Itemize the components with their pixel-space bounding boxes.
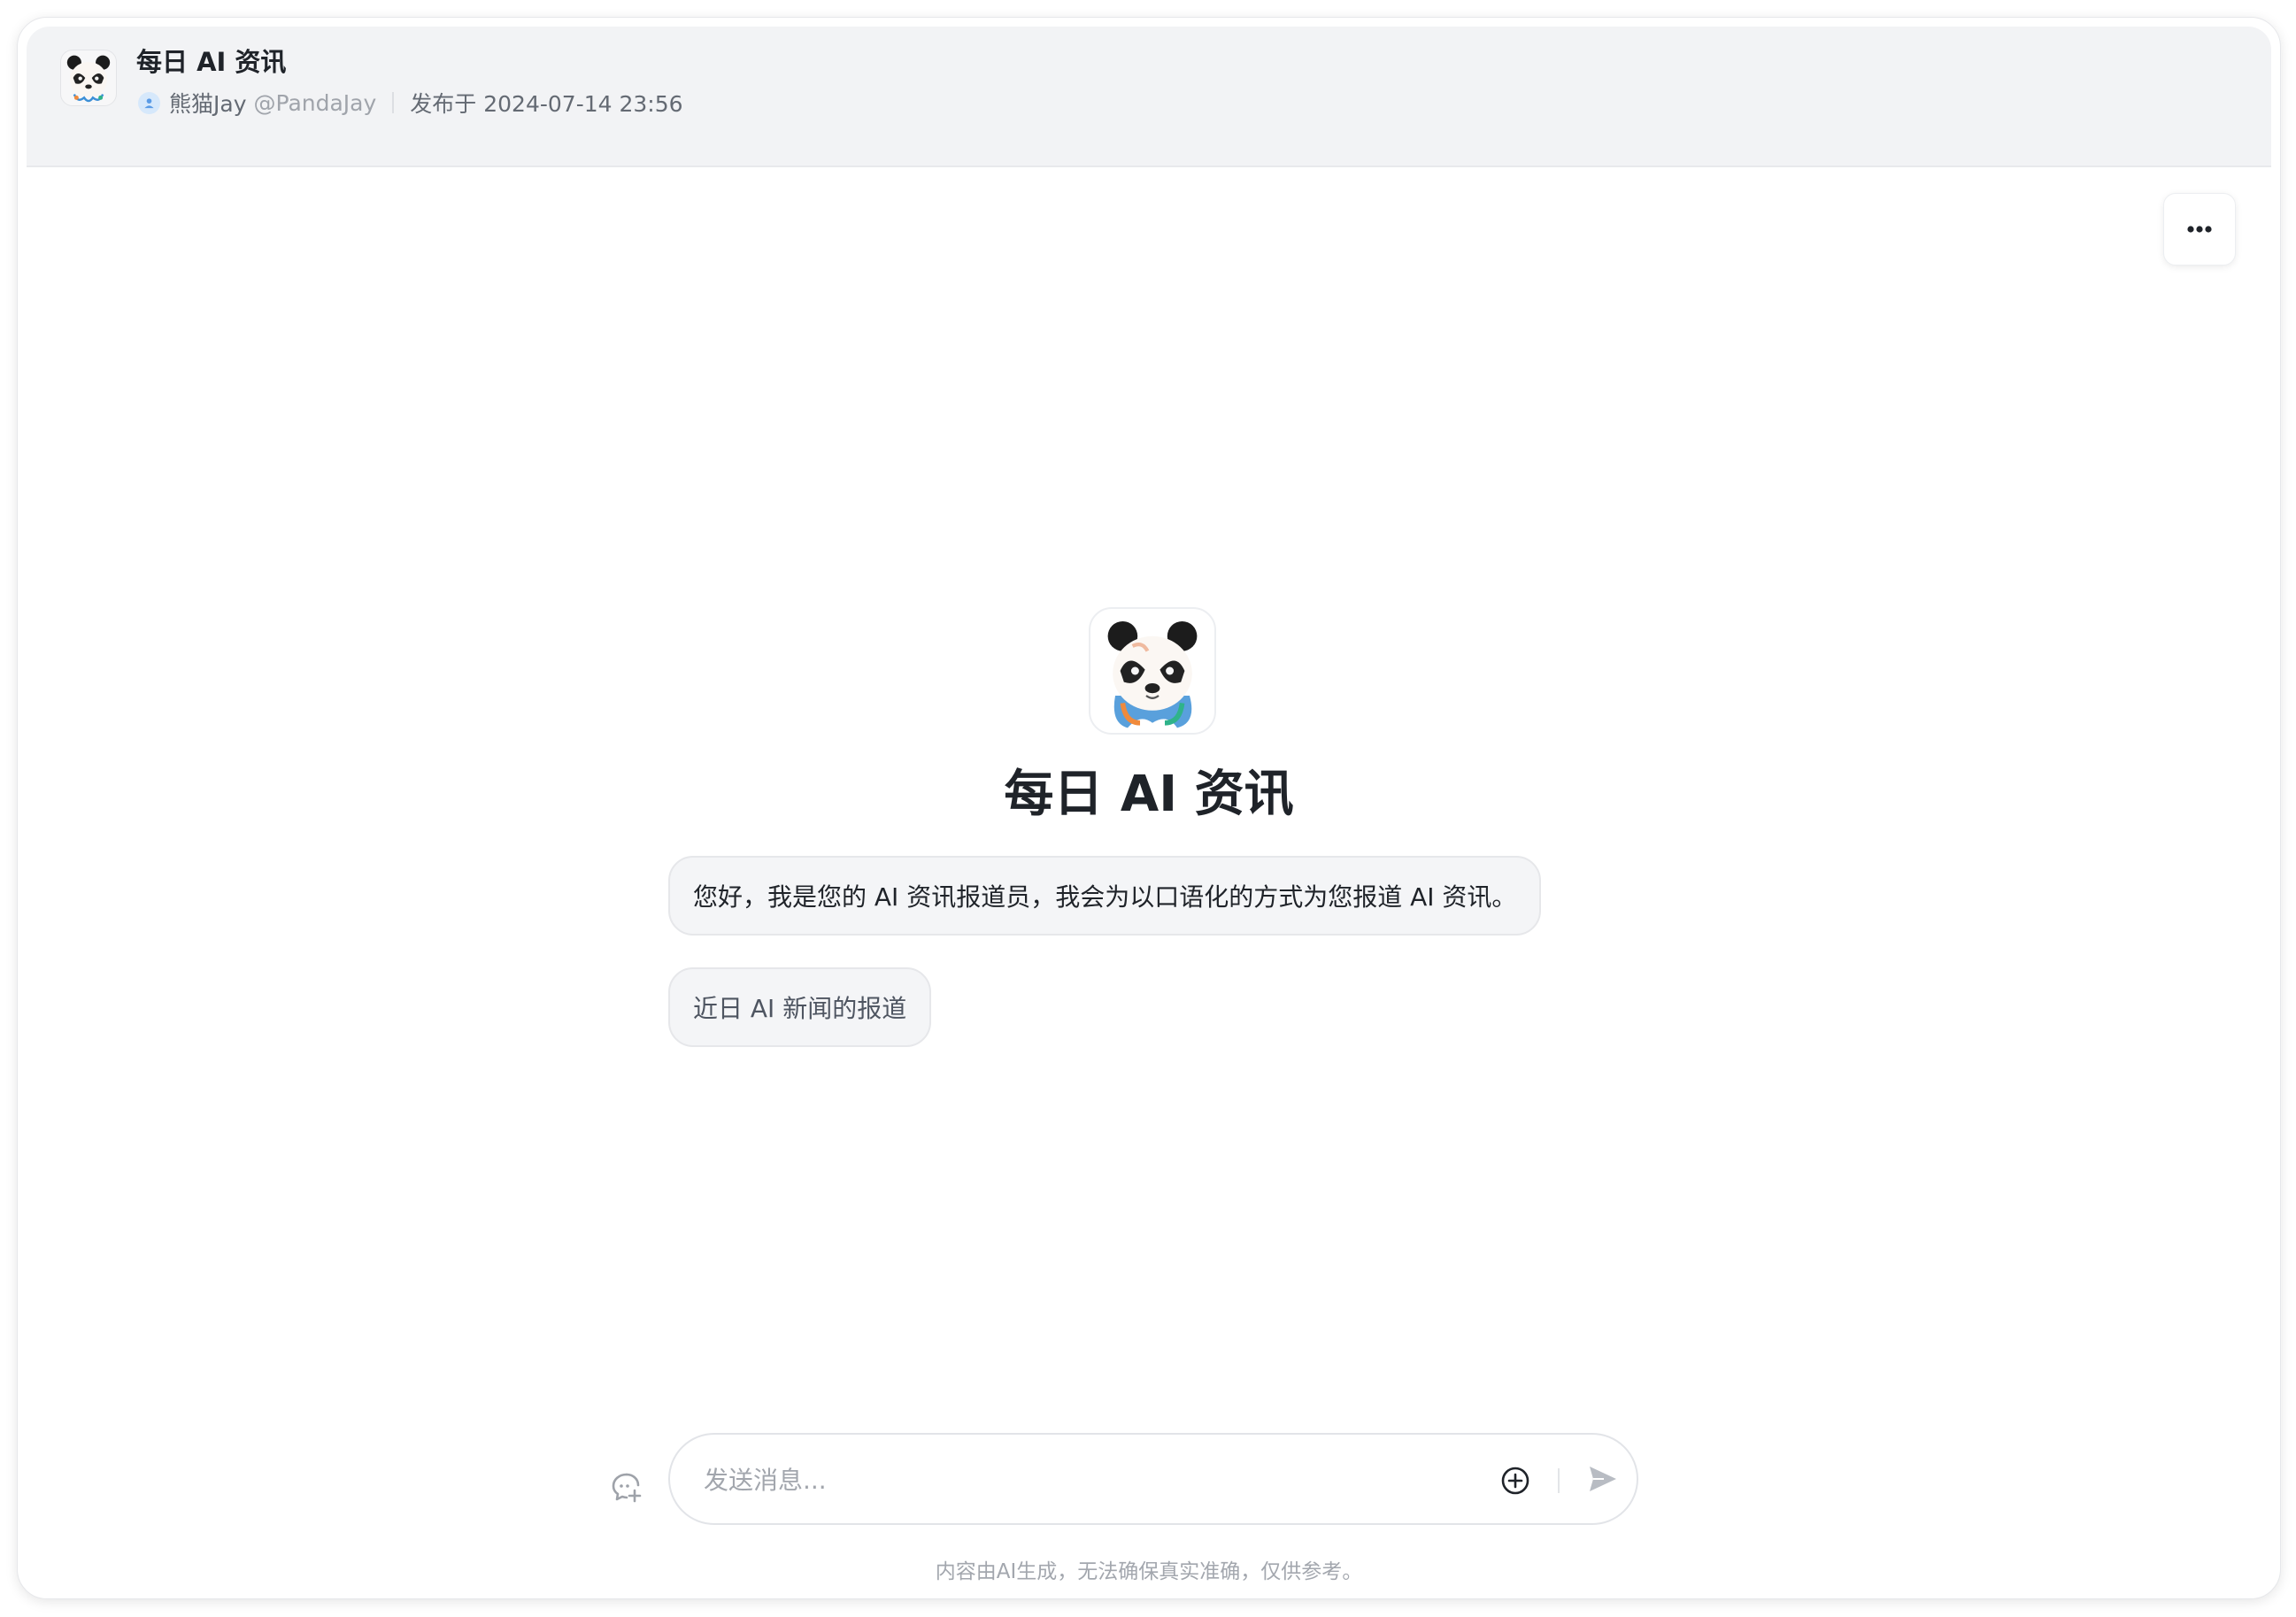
bot-header: 每日 AI 资讯 熊猫Jay @PandaJay 发布于 2024-07-14 …: [27, 27, 2271, 167]
more-icon: [2187, 226, 2212, 233]
user-icon: [138, 91, 160, 114]
header-title: 每日 AI 资讯: [136, 47, 287, 77]
plus-circle-icon[interactable]: [1499, 1465, 1531, 1497]
ai-disclaimer: 内容由AI生成，无法确保真实准确，仅供参考。: [935, 1560, 1363, 1583]
header-bot-avatar: [60, 50, 117, 106]
new-chat-icon[interactable]: [609, 1469, 644, 1505]
author-name[interactable]: 熊猫Jay: [169, 87, 247, 119]
suggested-question[interactable]: 近日 AI 新闻的报道: [668, 967, 932, 1047]
chat-window: 每日 AI 资讯 熊猫Jay @PandaJay 发布于 2024-07-14 …: [17, 17, 2281, 1599]
input-divider: [1558, 1468, 1560, 1493]
author-handle: @PandaJay: [253, 89, 377, 116]
bot-name: 每日 AI 资讯: [1004, 766, 1294, 823]
meta-divider: [392, 92, 395, 113]
intro-message: 您好，我是您的 AI 资讯报道员，我会为以口语化的方式为您报道 AI 资讯。: [668, 856, 1542, 936]
bot-avatar: [1089, 607, 1216, 735]
message-composer: [668, 1433, 1638, 1525]
publish-date: 发布于 2024-07-14 23:56: [410, 91, 683, 117]
header-meta: 熊猫Jay @PandaJay 发布于 2024-07-14 23:56: [138, 85, 683, 120]
message-input[interactable]: [702, 1452, 1484, 1507]
more-options-button[interactable]: [2163, 193, 2236, 266]
send-icon[interactable]: [1584, 1461, 1620, 1497]
